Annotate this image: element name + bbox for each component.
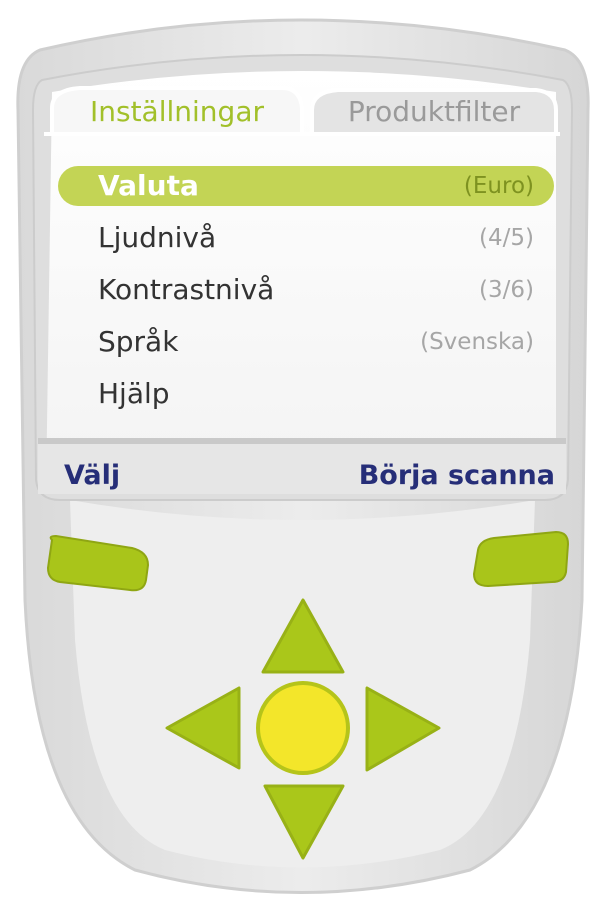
arrow-right-icon[interactable] <box>365 686 441 772</box>
arrow-up-icon[interactable] <box>261 598 345 674</box>
hardware-controls <box>46 530 570 860</box>
right-softkey-button[interactable] <box>472 530 570 588</box>
arrow-left-icon[interactable] <box>165 686 241 770</box>
center-select-button[interactable] <box>256 681 350 775</box>
left-softkey-button[interactable] <box>46 534 150 592</box>
arrow-down-icon[interactable] <box>263 784 345 860</box>
